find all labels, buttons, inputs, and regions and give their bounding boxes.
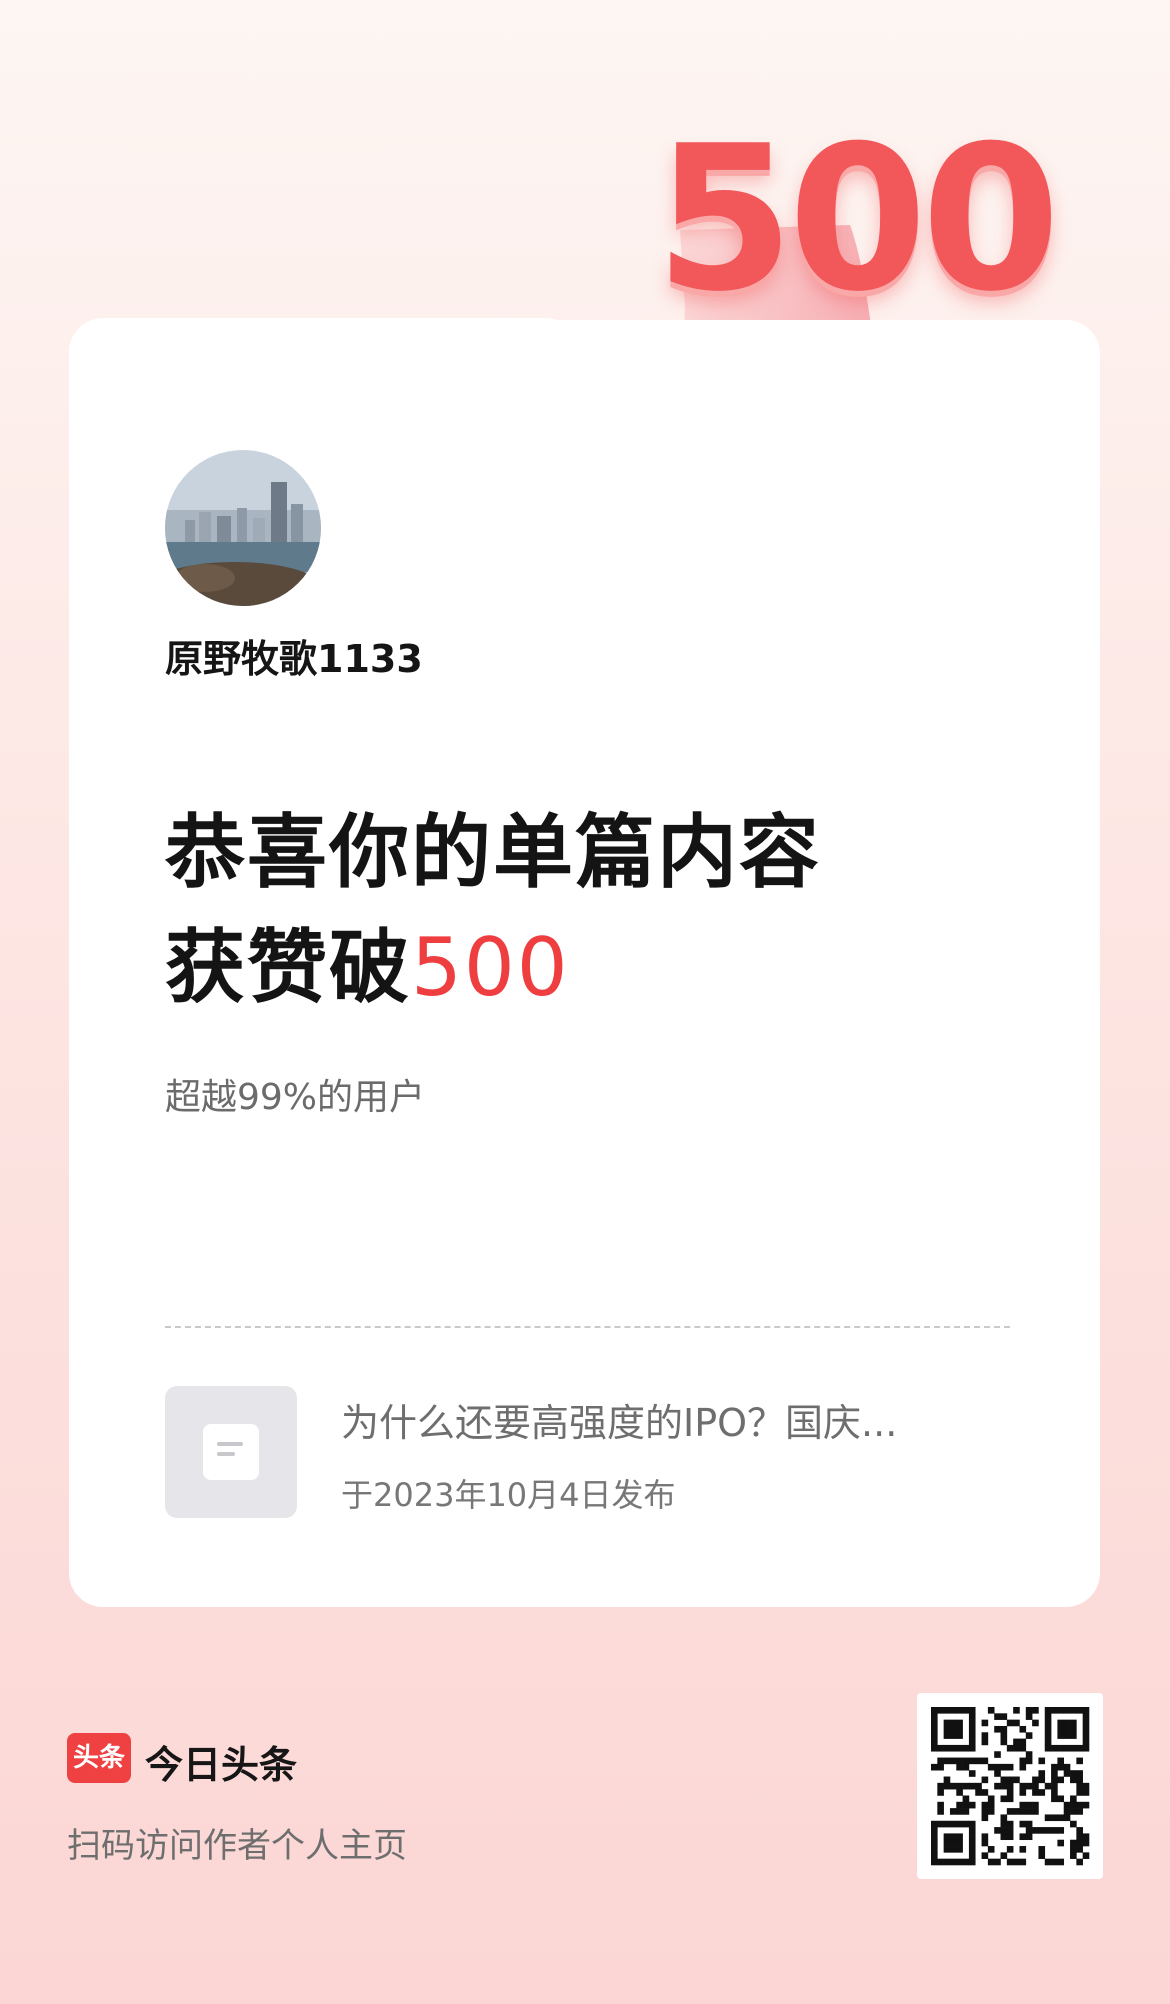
like-count: 500 bbox=[411, 921, 570, 1014]
toutiao-logo: 头条 bbox=[67, 1733, 131, 1783]
article-date: 于2023年10月4日发布 bbox=[341, 1476, 676, 1514]
achievement-headline: 恭喜你的单篇内容 获赞破500 bbox=[165, 795, 821, 1025]
headline-prefix: 获赞破 bbox=[165, 921, 411, 1014]
article-title[interactable]: 为什么还要高强度的IPO？国庆... bbox=[341, 1392, 991, 1447]
avatar-image bbox=[165, 450, 321, 606]
article-thumbnail[interactable] bbox=[165, 1386, 297, 1518]
scan-hint: 扫码访问作者个人主页 bbox=[67, 1826, 407, 1866]
headline-line-1: 恭喜你的单篇内容 bbox=[165, 806, 821, 899]
dashed-divider bbox=[165, 1326, 1010, 1328]
badge-number: 500 bbox=[655, 103, 1060, 336]
app-name: 今日头条 bbox=[145, 1743, 298, 1787]
avatar[interactable] bbox=[165, 450, 321, 606]
headline-line-2: 获赞破500 bbox=[165, 910, 821, 1025]
username[interactable]: 原野牧歌1133 bbox=[165, 628, 423, 683]
qr-code bbox=[917, 1693, 1103, 1879]
document-icon bbox=[203, 1424, 259, 1480]
percentile-text: 超越99%的用户 bbox=[165, 1077, 426, 1118]
